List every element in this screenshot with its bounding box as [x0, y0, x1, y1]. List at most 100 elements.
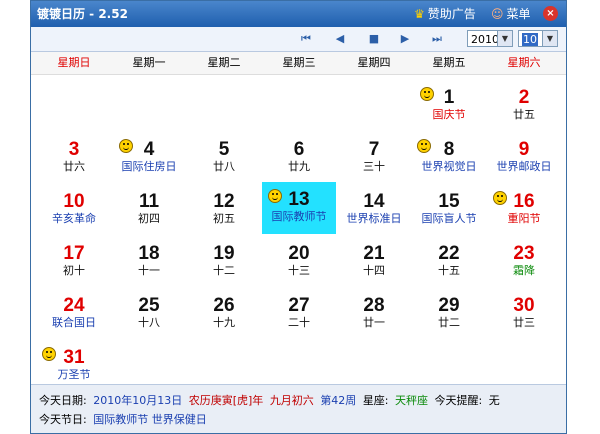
day-number: 30 — [513, 295, 535, 316]
day-cell[interactable]: 18 十一 — [112, 236, 186, 286]
month-select[interactable]: 10 ▼ — [518, 30, 558, 47]
day-cell[interactable]: 8 世界视觉日 — [412, 132, 486, 182]
day-cell[interactable]: 22 十五 — [412, 236, 486, 286]
calendar-window: 镀镀日历 - 2.52 ♛ 赞助广告 ☺ 菜单 × ⏮ ◀ ■ ▶ ⏭ 2010… — [30, 0, 567, 434]
day-festival: 联合国日 — [52, 316, 96, 329]
day-cell-today[interactable]: 13 国际教师节 — [262, 182, 336, 234]
day-festival: 世界邮政日 — [496, 160, 552, 173]
day-cell[interactable]: 15 国际盲人节 — [412, 184, 486, 234]
day-number: 18 — [138, 243, 160, 264]
crown-icon: ♛ — [414, 6, 425, 21]
day-festival: 世界视觉日 — [421, 160, 477, 173]
day-number: 9 — [518, 139, 530, 160]
day-cell[interactable]: 19 十二 — [187, 236, 261, 286]
chevron-down-icon: ▼ — [542, 31, 557, 46]
day-number: 2 — [518, 87, 530, 108]
next-month-icon[interactable]: ▶ — [398, 32, 412, 46]
day-cell[interactable]: 24 联合国日 — [37, 288, 111, 338]
day-cell[interactable]: 9 世界邮政日 — [487, 132, 561, 182]
user-icon: ☺ — [491, 6, 504, 21]
prev-month-icon[interactable]: ◀ — [333, 32, 347, 46]
day-cell[interactable]: 23 霜降 — [487, 236, 561, 286]
zodiac-value: 天秤座 — [395, 394, 429, 407]
day-number: 12 — [213, 191, 235, 212]
day-festival: 国际住房日 — [121, 160, 177, 173]
day-number: 20 — [288, 243, 310, 264]
current-month-icon[interactable]: ■ — [367, 32, 381, 46]
day-cell[interactable]: 2 廿五 — [487, 80, 561, 130]
smiley-icon — [417, 139, 431, 153]
lunar-day: 九月初六 — [269, 394, 314, 407]
day-cell[interactable]: 14 世界标准日 — [337, 184, 411, 234]
weekday-wednesday: 星期三 — [282, 56, 316, 69]
day-lunar: 十一 — [138, 264, 160, 277]
lunar-year: 农历庚寅[虎]年 — [188, 394, 264, 407]
day-cell[interactable]: 21 十四 — [337, 236, 411, 286]
day-cell[interactable]: 6 廿九 — [262, 132, 336, 182]
day-festival: 重阳节 — [507, 212, 541, 225]
day-number: 3 — [68, 139, 80, 160]
day-cell[interactable]: 10 辛亥革命 — [37, 184, 111, 234]
zodiac-label: 星座: — [362, 394, 389, 407]
menu-label: 菜单 — [506, 7, 531, 21]
day-cell[interactable]: 1 国庆节 — [412, 80, 486, 130]
title-bar: 镀镀日历 - 2.52 ♛ 赞助广告 ☺ 菜单 × — [31, 1, 566, 27]
year-select[interactable]: 2010 ▼ — [467, 30, 513, 47]
day-number: 7 — [368, 139, 380, 160]
year-value: 2010 — [471, 33, 499, 46]
day-cell[interactable]: 5 廿八 — [187, 132, 261, 182]
day-cell[interactable]: 16 重阳节 — [487, 184, 561, 234]
day-number: 21 — [363, 243, 385, 264]
day-cell[interactable]: 27 二十 — [262, 288, 336, 338]
day-cell[interactable]: 17 初十 — [37, 236, 111, 286]
weekday-saturday: 星期六 — [507, 56, 541, 69]
day-cell[interactable]: 7 三十 — [337, 132, 411, 182]
day-number: 6 — [293, 139, 305, 160]
day-number: 29 — [438, 295, 460, 316]
weekday-thursday: 星期四 — [357, 56, 391, 69]
day-cell[interactable]: 20 十三 — [262, 236, 336, 286]
reminder-label: 今天提醒: — [434, 394, 483, 407]
first-month-icon[interactable]: ⏮ — [299, 32, 313, 46]
month-value: 10 — [522, 33, 538, 46]
menu-button[interactable]: ☺ 菜单 — [491, 5, 531, 22]
day-lunar: 十九 — [213, 316, 235, 329]
day-number: 26 — [213, 295, 235, 316]
footer-row-date: 今天日期: 2010年10月13日 农历庚寅[虎]年 九月初六 第42周 星座:… — [39, 392, 503, 408]
today-festival-value: 国际教师节 世界保健日 — [93, 413, 207, 426]
day-number: 5 — [218, 139, 230, 160]
last-month-icon[interactable]: ⏭ — [430, 32, 444, 46]
weekday-monday: 星期一 — [132, 56, 166, 69]
day-lunar: 廿一 — [363, 316, 385, 329]
sponsor-ad-label: 赞助广告 — [427, 7, 476, 21]
day-lunar: 十二 — [213, 264, 235, 277]
smiley-icon — [119, 139, 133, 153]
sponsor-ad-button[interactable]: ♛ 赞助广告 — [414, 5, 476, 22]
day-lunar: 初五 — [213, 212, 235, 225]
smiley-icon — [493, 191, 507, 205]
day-number: 27 — [288, 295, 310, 316]
day-festival: 国际盲人节 — [421, 212, 477, 225]
day-lunar: 十五 — [438, 264, 460, 277]
day-number: 17 — [63, 243, 85, 264]
today-festival-label: 今天节日: — [39, 413, 87, 426]
day-number: 22 — [438, 243, 460, 264]
day-cell[interactable]: 11 初四 — [112, 184, 186, 234]
day-cell[interactable]: 31 万圣节 — [37, 340, 111, 390]
day-lunar: 十四 — [363, 264, 385, 277]
day-cell[interactable]: 4 国际住房日 — [112, 132, 186, 182]
weekday-header: 星期日 星期一 星期二 星期三 星期四 星期五 星期六 — [31, 52, 566, 75]
day-cell[interactable]: 26 十九 — [187, 288, 261, 338]
day-cell[interactable]: 25 十八 — [112, 288, 186, 338]
today-date-value: 2010年10月13日 — [93, 394, 183, 407]
day-cell[interactable]: 29 廿二 — [412, 288, 486, 338]
day-cell[interactable]: 28 廿一 — [337, 288, 411, 338]
day-cell[interactable]: 30 廿三 — [487, 288, 561, 338]
day-festival: 世界标准日 — [346, 212, 402, 225]
day-cell[interactable]: 3 廿六 — [37, 132, 111, 182]
close-button[interactable]: × — [543, 6, 558, 21]
day-number: 25 — [138, 295, 160, 316]
day-festival: 国庆节 — [432, 108, 466, 121]
day-lunar: 廿二 — [438, 316, 460, 329]
day-cell[interactable]: 12 初五 — [187, 184, 261, 234]
